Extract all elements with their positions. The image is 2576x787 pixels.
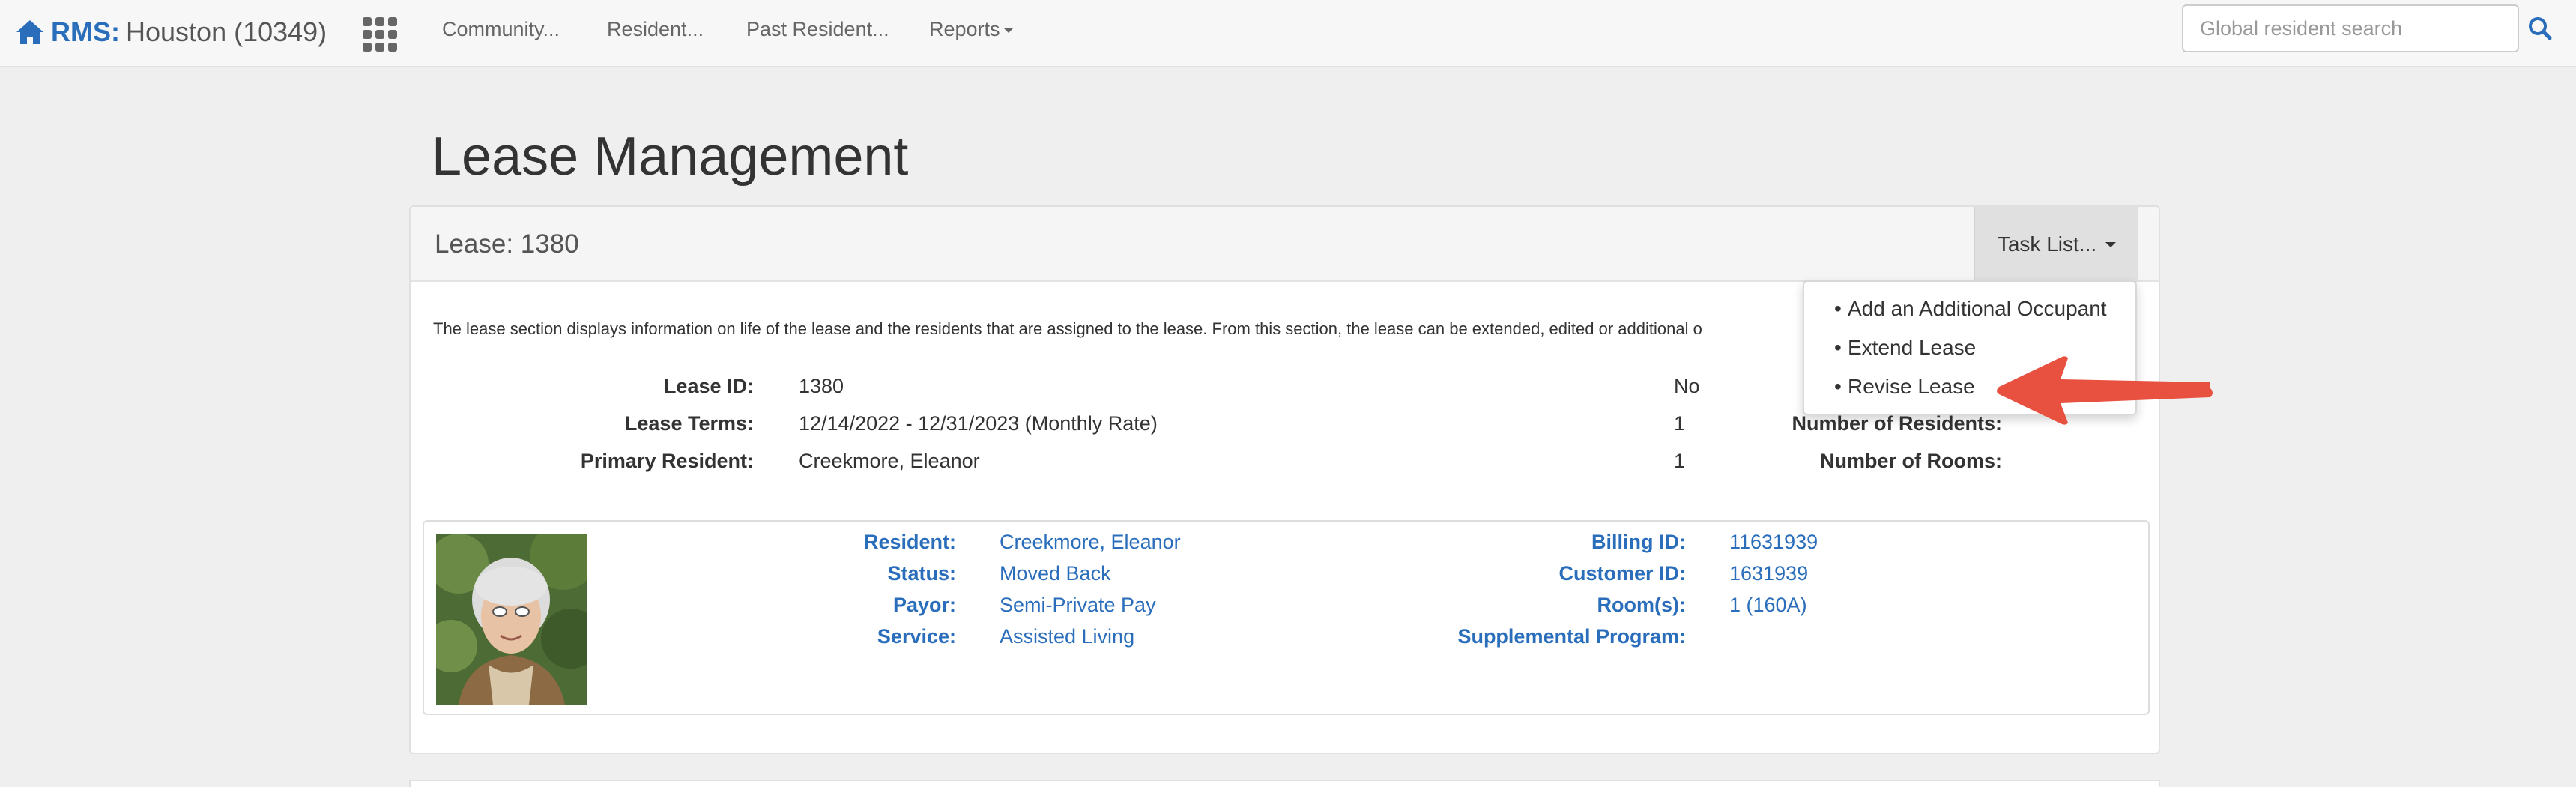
annotation-arrow-icon [1997,356,2213,425]
resident-photo[interactable] [436,534,587,705]
rooms-value: 1 (160A) [1729,594,1807,616]
primary-resident-label: Primary Resident: [580,450,754,472]
billing-id-label: Billing ID: [1591,531,1686,553]
number-of-residents-label: Number of Residents: [1792,412,2002,435]
chevron-down-icon [2105,241,2117,247]
number-of-rooms-value: 1 [1674,450,1686,472]
top-navbar: RMS: Houston (10349) Community... Reside… [0,0,2576,67]
status-value: Moved Back [1000,562,1111,585]
brand-prefix: RMS: [51,16,120,47]
lease-id-label: Lease ID: [663,375,754,397]
apps-grid-icon[interactable] [363,17,399,52]
billing-id-value: 11631939 [1729,531,1818,553]
chevron-down-icon [1003,28,1014,34]
task-list-label: Task List... [1997,232,2097,256]
nav-reports[interactable]: Reports [929,18,1014,41]
number-of-residents-value: 1 [1674,412,1686,435]
lease-title: Lease: 1380 [435,229,579,259]
search-icon[interactable] [2522,10,2560,48]
lease-id-value: 1380 [799,375,844,397]
bullet-icon: • [1834,297,1842,320]
nav-community[interactable]: Community... [442,18,560,41]
menu-item-add-occupant[interactable]: • Add an Additional Occupant [1804,297,2135,336]
brand-link[interactable]: RMS: Houston (10349) [15,13,327,51]
customer-id-label: Customer ID: [1558,562,1686,585]
number-of-rooms-label: Number of Rooms: [1820,450,2002,472]
unified-statement-value: No [1674,375,1700,397]
resident-card: Resident: Creekmore, Eleanor Status: Mov… [423,520,2150,715]
primary-resident-value: Creekmore, Eleanor [799,450,980,472]
bullet-icon: • [1834,336,1842,359]
lease-terms-label: Lease Terms: [624,412,754,435]
menu-item-label: Add an Additional Occupant [1848,297,2107,320]
rooms-label: Room(s): [1597,594,1686,616]
nav-reports-label: Reports [929,18,1000,40]
home-icon [16,20,43,44]
lease-terms-value: 12/14/2022 - 12/31/2023 (Monthly Rate) [799,412,1158,435]
next-panel-edge [409,780,2160,787]
menu-item-label: Extend Lease [1848,336,1977,359]
page-title: Lease Management [432,127,909,187]
payor-label: Payor: [892,594,956,616]
payor-value: Semi-Private Pay [1000,594,1156,616]
resident-label: Resident: [863,531,956,553]
service-label: Service: [877,625,956,648]
customer-id-value: 1631939 [1729,562,1809,585]
resident-name-link[interactable]: Creekmore, Eleanor [1000,531,1181,554]
menu-item-label: Revise Lease [1848,375,1975,398]
community-name: Houston (10349) [126,16,327,47]
task-list-button[interactable]: Task List... [1974,207,2138,282]
lease-panel-header: Lease: 1380 Task List... [411,207,2159,282]
bullet-icon: • [1834,375,1842,398]
nav-past-resident[interactable]: Past Resident... [746,18,889,41]
supplemental-program-label: Supplemental Program: [1457,625,1686,648]
lease-description: The lease section displays information o… [433,319,1702,338]
service-value: Assisted Living [1000,625,1135,648]
status-label: Status: [887,562,956,585]
global-resident-search-input[interactable] [2182,4,2519,52]
nav-resident[interactable]: Resident... [607,18,704,41]
